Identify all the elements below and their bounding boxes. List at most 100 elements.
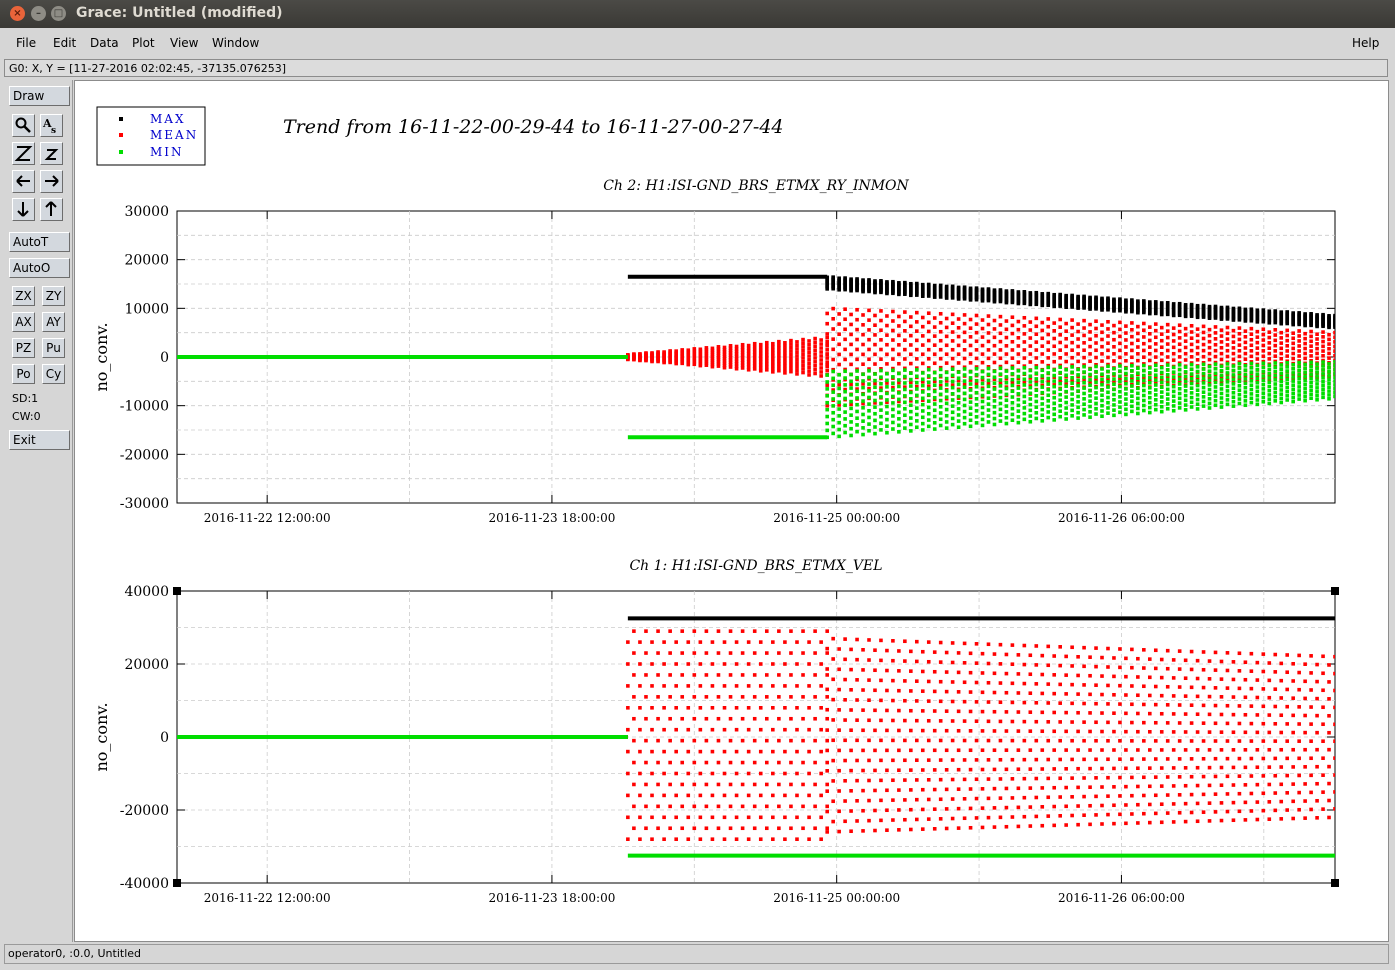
data-point xyxy=(1094,646,1098,650)
zx-button[interactable]: ZX xyxy=(12,286,35,306)
data-point xyxy=(1004,398,1009,403)
data-point xyxy=(1303,312,1307,316)
plot-svg[interactable]: MAX MEAN MIN Trend from 16-11-22-00-29-4… xyxy=(75,81,1388,941)
data-point xyxy=(998,738,1003,743)
data-point xyxy=(1022,332,1027,336)
data-point xyxy=(1237,397,1242,401)
cy-button[interactable]: Cy xyxy=(42,364,65,384)
menu-view[interactable]: View xyxy=(170,36,198,50)
data-point xyxy=(938,423,943,428)
data-point xyxy=(1100,729,1104,734)
ax-button[interactable]: AX xyxy=(12,312,35,332)
data-point xyxy=(1303,713,1307,718)
ay-button[interactable]: AY xyxy=(42,312,65,332)
draw-button[interactable]: Draw xyxy=(9,86,70,106)
data-point xyxy=(1136,338,1140,343)
data-point xyxy=(740,826,745,831)
data-point xyxy=(1309,384,1313,389)
graph-ch1[interactable]: Ch 1: H1:ISI-GND_BRS_ETMX_VEL40000200000… xyxy=(92,558,1339,905)
data-point xyxy=(1327,351,1331,356)
pz-button[interactable]: PZ xyxy=(12,338,35,358)
data-point xyxy=(962,379,967,383)
menu-window[interactable]: Window xyxy=(212,36,259,50)
data-point xyxy=(1255,713,1260,717)
data-point xyxy=(1147,371,1152,375)
autoscale-text-icon[interactable]: As xyxy=(40,114,63,137)
data-point xyxy=(1213,304,1218,309)
menu-plot[interactable]: Plot xyxy=(132,36,155,50)
data-point xyxy=(1261,774,1266,778)
data-point xyxy=(1195,748,1200,752)
zy-button[interactable]: ZY xyxy=(42,286,65,306)
data-point xyxy=(801,804,805,809)
arrow-up-icon[interactable] xyxy=(40,198,63,221)
selection-handle[interactable] xyxy=(1331,587,1339,595)
data-point xyxy=(1136,784,1140,789)
data-point xyxy=(1279,330,1284,335)
menu-edit[interactable]: Edit xyxy=(53,36,76,50)
autot-button[interactable]: AutoT xyxy=(9,232,70,252)
data-point xyxy=(1219,765,1224,770)
menu-data[interactable]: Data xyxy=(90,36,119,50)
data-point xyxy=(1159,409,1164,414)
data-point xyxy=(1004,344,1009,348)
data-point xyxy=(1273,394,1278,399)
data-point xyxy=(1130,327,1134,332)
data-point xyxy=(1291,713,1295,718)
exit-button[interactable]: Exit xyxy=(9,430,70,450)
status-bar: operator0, :0.0, Untitled xyxy=(4,944,1389,964)
data-point xyxy=(1285,377,1290,382)
data-point xyxy=(1315,393,1319,398)
arrow-left-icon[interactable] xyxy=(12,170,35,193)
graph-ch2[interactable]: Ch 2: H1:ISI-GND_BRS_ETMX_RY_INMON300002… xyxy=(92,178,1337,525)
data-point xyxy=(1297,364,1301,369)
plot-canvas[interactable]: MAX MEAN MIN Trend from 16-11-22-00-29-4… xyxy=(74,80,1389,942)
data-point xyxy=(783,771,787,776)
zoom-in-z-icon[interactable] xyxy=(12,142,35,165)
data-point xyxy=(1046,356,1051,360)
menu-file[interactable]: File xyxy=(16,36,36,50)
pu-button[interactable]: Pu xyxy=(42,338,65,358)
data-point xyxy=(1094,776,1098,780)
selection-handle[interactable] xyxy=(173,879,181,887)
data-point xyxy=(1225,393,1230,398)
close-window-icon[interactable]: × xyxy=(10,6,25,21)
data-point xyxy=(1028,805,1033,809)
data-point xyxy=(1231,334,1236,339)
arrow-down-icon[interactable] xyxy=(12,198,35,221)
data-point xyxy=(855,637,859,642)
data-point xyxy=(1231,783,1236,787)
po-button[interactable]: Po xyxy=(12,364,35,384)
y-tick-label: 30000 xyxy=(124,204,169,220)
data-point xyxy=(1189,405,1194,409)
maximize-window-icon[interactable]: □ xyxy=(51,6,66,21)
selection-handle[interactable] xyxy=(173,587,181,595)
data-point xyxy=(728,695,733,699)
menu-help[interactable]: Help xyxy=(1352,36,1379,50)
minimize-window-icon[interactable]: – xyxy=(31,6,46,21)
data-point xyxy=(807,815,811,820)
data-point xyxy=(1130,702,1134,707)
autoo-button[interactable]: AutoO xyxy=(9,258,70,278)
zoom-out-z-icon[interactable] xyxy=(40,142,63,165)
data-point xyxy=(1231,340,1236,344)
data-point xyxy=(1321,722,1325,727)
data-point xyxy=(1279,747,1284,752)
data-point xyxy=(1333,390,1335,395)
data-point xyxy=(1225,337,1230,341)
data-point xyxy=(1022,662,1027,667)
data-point xyxy=(897,378,901,382)
data-point xyxy=(752,629,757,633)
data-point xyxy=(644,651,648,655)
data-point xyxy=(915,374,919,379)
data-point xyxy=(632,760,636,765)
data-point xyxy=(998,389,1003,394)
data-point xyxy=(1100,344,1104,349)
data-point xyxy=(1064,417,1068,421)
selection-handle[interactable] xyxy=(1331,879,1339,887)
arrow-right-icon[interactable] xyxy=(40,170,63,193)
data-point xyxy=(1231,730,1236,735)
data-point xyxy=(638,727,642,732)
data-point xyxy=(1022,348,1027,352)
zoom-icon[interactable] xyxy=(12,114,35,137)
